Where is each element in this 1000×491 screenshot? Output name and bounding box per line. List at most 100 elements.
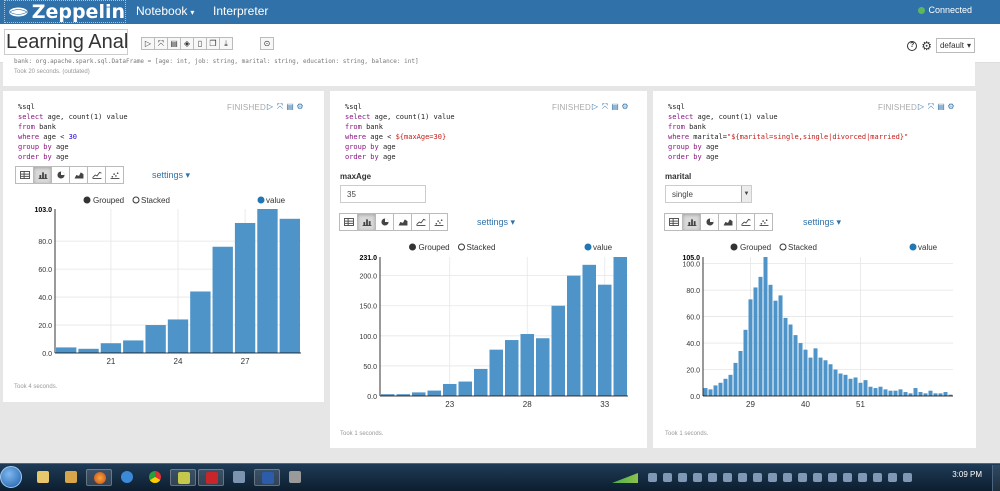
network-signal-icon[interactable] xyxy=(612,473,638,483)
bar[interactable] xyxy=(823,360,828,396)
bar[interactable] xyxy=(551,305,566,396)
viz-scatter-button[interactable] xyxy=(754,213,773,231)
bar[interactable] xyxy=(928,390,933,396)
gear-icon[interactable]: ⚙ xyxy=(947,102,955,112)
interpreter-binding-select[interactable]: default ▾ xyxy=(935,38,975,53)
tray-icon[interactable] xyxy=(678,473,687,482)
bar[interactable] xyxy=(783,317,788,396)
tray-icon[interactable] xyxy=(693,473,702,482)
viz-area-button[interactable] xyxy=(718,213,737,231)
export-notebook-button[interactable]: ⤓ xyxy=(219,37,233,50)
bar[interactable] xyxy=(753,287,758,396)
bar[interactable] xyxy=(567,275,581,396)
bar[interactable] xyxy=(828,364,833,396)
taskbar-chrome[interactable] xyxy=(142,469,168,486)
taskbar-acrobat[interactable] xyxy=(198,469,224,486)
bar[interactable] xyxy=(582,264,597,396)
bar[interactable] xyxy=(713,385,718,396)
bar[interactable] xyxy=(748,299,753,396)
bar[interactable] xyxy=(768,284,773,396)
tray-icon[interactable] xyxy=(753,473,762,482)
viz-area-button[interactable] xyxy=(69,166,88,184)
legend-series-value[interactable]: value xyxy=(584,243,613,252)
bar[interactable] xyxy=(279,218,300,353)
bar[interactable] xyxy=(833,369,838,396)
nav-notebook-menu[interactable]: Notebook ▾ xyxy=(136,4,194,18)
book-icon[interactable]: ▤ xyxy=(286,102,294,112)
tray-icon[interactable] xyxy=(708,473,717,482)
bar[interactable] xyxy=(763,257,768,396)
expand-icon[interactable]: ⤧ xyxy=(601,102,609,112)
tray-icon[interactable] xyxy=(798,473,807,482)
start-button[interactable] xyxy=(0,466,22,488)
viz-scatter-button[interactable] xyxy=(105,166,124,184)
bar[interactable] xyxy=(873,388,878,396)
bar[interactable] xyxy=(738,350,743,396)
toggle-output-button[interactable]: ▤ xyxy=(167,37,181,50)
book-icon[interactable]: ▤ xyxy=(611,102,619,112)
bar[interactable] xyxy=(913,388,918,396)
bar[interactable] xyxy=(167,319,189,353)
bar[interactable] xyxy=(100,343,122,353)
viz-pie-button[interactable] xyxy=(375,213,394,231)
play-icon[interactable]: ▷ xyxy=(917,102,925,112)
play-icon[interactable]: ▷ xyxy=(591,102,599,112)
paragraph-3-code[interactable]: %sql select age, count(1) value from ban… xyxy=(668,102,908,162)
stacked-toggle[interactable]: Stacked xyxy=(132,196,170,205)
viz-scatter-button[interactable] xyxy=(429,213,448,231)
bar[interactable] xyxy=(838,373,843,396)
tray-icon[interactable] xyxy=(903,473,912,482)
bar[interactable] xyxy=(813,348,818,396)
legend-series-value[interactable]: value xyxy=(257,196,286,205)
gear-icon[interactable]: ⚙ xyxy=(621,102,629,112)
taskbar-explorer[interactable] xyxy=(30,469,56,486)
taskbar-clock[interactable]: 3:09 PM xyxy=(952,470,982,479)
tray-icon[interactable] xyxy=(768,473,777,482)
bar[interactable] xyxy=(489,349,504,396)
bar[interactable] xyxy=(778,295,783,396)
bar[interactable] xyxy=(843,374,848,396)
bar[interactable] xyxy=(893,390,898,396)
viz-line-button[interactable] xyxy=(736,213,755,231)
bar[interactable] xyxy=(898,389,903,396)
bar[interactable] xyxy=(853,377,858,396)
gear-icon[interactable]: ⚙ xyxy=(296,102,304,112)
grouped-toggle[interactable]: Grouped xyxy=(409,243,450,252)
paragraph-3-settings-link[interactable]: settings ▾ xyxy=(803,217,841,228)
bar[interactable] xyxy=(733,362,738,396)
viz-table-button[interactable] xyxy=(664,213,683,231)
bar[interactable] xyxy=(803,349,808,396)
taskbar-app-green[interactable] xyxy=(170,469,196,486)
tray-icon[interactable] xyxy=(648,473,657,482)
bar[interactable] xyxy=(78,348,99,353)
viz-bar-button[interactable] xyxy=(682,213,701,231)
toggle-code-button[interactable]: ⤧ xyxy=(154,37,168,50)
grouped-toggle[interactable]: Grouped xyxy=(83,196,125,205)
viz-line-button[interactable] xyxy=(87,166,106,184)
tray-icon[interactable] xyxy=(843,473,852,482)
grouped-toggle[interactable]: Grouped xyxy=(730,243,772,252)
gear-icon[interactable]: ⚙ xyxy=(921,40,932,52)
taskbar-firefox[interactable] xyxy=(86,469,112,486)
legend-series-value[interactable]: value xyxy=(909,243,938,252)
tray-icon[interactable] xyxy=(738,473,747,482)
tray-icon[interactable] xyxy=(783,473,792,482)
viz-pie-button[interactable] xyxy=(51,166,70,184)
delete-notebook-button[interactable]: ▯ xyxy=(193,37,207,50)
bar[interactable] xyxy=(903,392,908,396)
viz-table-button[interactable] xyxy=(339,213,358,231)
bar[interactable] xyxy=(888,390,893,396)
bar[interactable] xyxy=(848,378,853,396)
taskbar-media[interactable] xyxy=(58,469,84,486)
expand-icon[interactable]: ⤧ xyxy=(927,102,935,112)
bar[interactable] xyxy=(818,357,823,396)
bar[interactable] xyxy=(773,300,778,396)
bar[interactable] xyxy=(613,257,628,396)
bar[interactable] xyxy=(743,329,748,396)
bar[interactable] xyxy=(536,338,550,396)
clone-notebook-button[interactable]: ❐ xyxy=(206,37,220,50)
bar[interactable] xyxy=(598,284,612,396)
stacked-toggle[interactable]: Stacked xyxy=(458,243,496,252)
tray-icon[interactable] xyxy=(858,473,867,482)
viz-bar-button[interactable] xyxy=(33,166,52,184)
